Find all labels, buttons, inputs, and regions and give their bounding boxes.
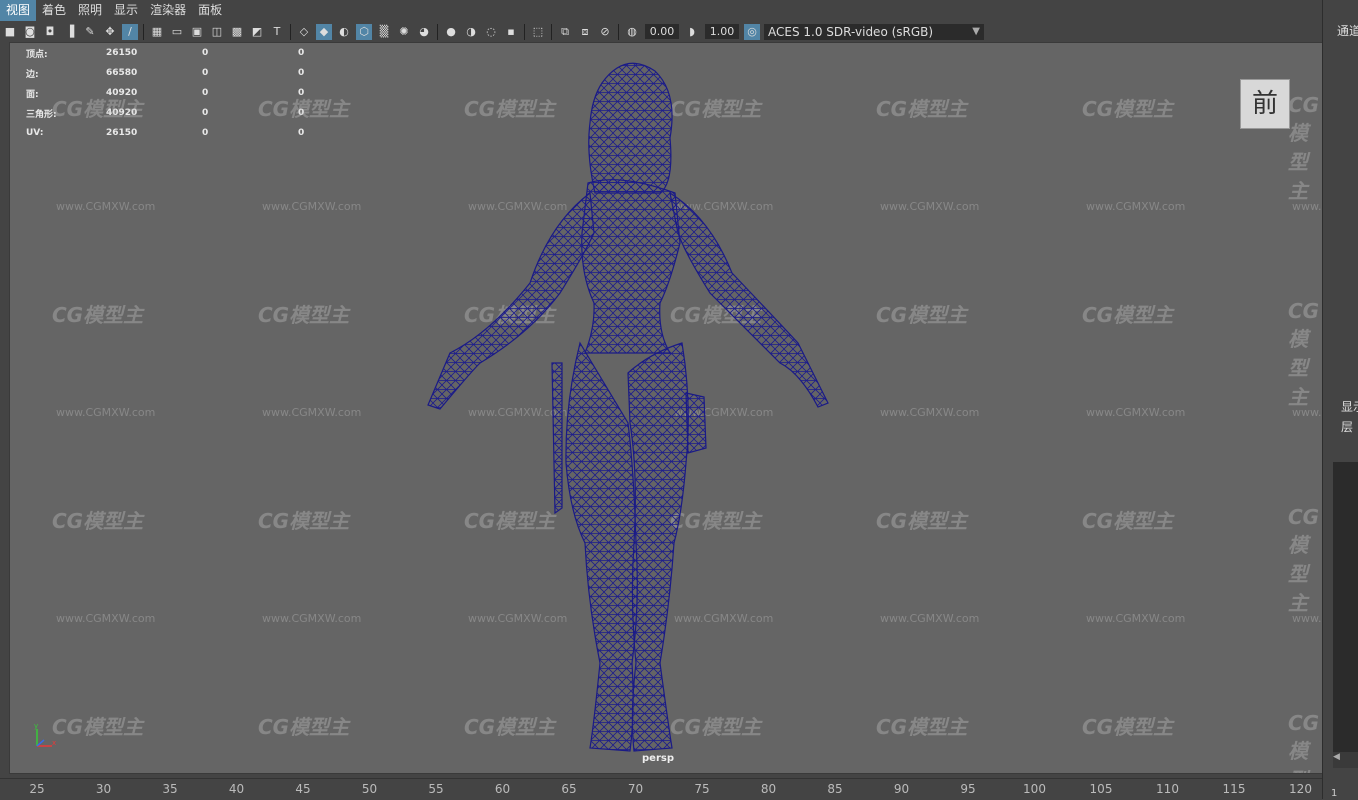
menu-panels[interactable]: 面板 (192, 0, 228, 21)
chevron-down-icon: ▼ (972, 25, 980, 37)
ruler-tick-label: 25 (29, 782, 45, 796)
ruler-tick-label: 50 (361, 782, 378, 796)
grease-pencil-icon[interactable]: ✎ (82, 24, 98, 40)
exposure-icon[interactable]: ◍ (624, 24, 640, 40)
right-arm-mesh (669, 191, 829, 408)
ruler-tick-label: 65 (561, 782, 577, 796)
gate-mask-icon[interactable]: ◫ (209, 24, 225, 40)
layer-editor-show-tab[interactable]: 显示 (1341, 398, 1358, 415)
ruler-tick-label: 80 (760, 782, 777, 796)
ruler-tick-label: 95 (960, 782, 976, 796)
left-leg-mesh (565, 341, 638, 752)
field-chart-icon[interactable]: ▩ (229, 24, 245, 40)
toolbar-separator (437, 23, 438, 40)
layer-editor-layer-tab[interactable]: 层 (1341, 418, 1353, 435)
2d-pan-icon[interactable]: ✥ (102, 24, 118, 40)
layer-list-area[interactable] (1333, 462, 1358, 752)
toolbar-separator (551, 23, 552, 40)
toolbar-separator (143, 23, 144, 40)
menu-shading[interactable]: 着色 (36, 0, 72, 21)
bookmark-icon[interactable]: ◘ (42, 24, 58, 40)
shadows-icon[interactable]: ◕ (416, 24, 432, 40)
current-frame-field[interactable]: 1 (1331, 788, 1337, 799)
channel-box-panel: 通道 显示 层 ◀ 1 (1322, 0, 1358, 799)
menu-show[interactable]: 显示 (108, 0, 144, 21)
exposure-field[interactable]: 0.00 (645, 24, 679, 39)
xray-icon[interactable]: ⧉ (557, 24, 573, 40)
color-space-value: ACES 1.0 SDR-video (sRGB) (768, 24, 934, 39)
thigh-pouch-mesh (685, 392, 707, 454)
ruler-tick-label: 90 (893, 782, 910, 796)
ruler-tick-label: 40 (228, 782, 245, 796)
wireframe-on-shaded-icon[interactable]: ⬡ (356, 23, 372, 40)
viewcube-front[interactable]: 前 (1240, 79, 1290, 129)
scroll-left-icon[interactable]: ◀ (1333, 752, 1340, 762)
motion-blur-icon[interactable]: ◑ (463, 24, 479, 40)
ruler-tick-label: 55 (428, 782, 444, 796)
color-management-icon[interactable]: ◎ (744, 23, 760, 40)
svg-text:y: y (34, 722, 38, 730)
right-leg-mesh (627, 342, 689, 752)
anti-aliasing-icon[interactable]: ◌ (483, 24, 499, 40)
ruler-tick-label: 110 (1156, 782, 1179, 796)
svg-text:x: x (52, 739, 56, 747)
use-all-lights-icon[interactable]: ✺ (396, 24, 412, 40)
safe-action-icon[interactable]: ◩ (249, 24, 265, 40)
gamma-field[interactable]: 1.00 (705, 24, 739, 39)
character-mesh (427, 62, 829, 752)
ruler-tick-label: 120 (1289, 782, 1312, 796)
axis-gizmo-icon: y x (34, 722, 56, 747)
ruler-tick-label: 105 (1089, 782, 1113, 796)
time-slider-ruler[interactable]: 25 30 35 40 45 50 55 60 65 70 75 80 85 90 95 100 105 110 1… (0, 778, 1322, 800)
toolbar-separator (524, 23, 525, 40)
horizontal-scrollbar[interactable]: ◀ (1333, 752, 1358, 768)
camera-attributes-icon[interactable]: ◙ (22, 24, 38, 40)
left-arm-mesh (427, 191, 595, 410)
menu-renderer[interactable]: 渲染器 (144, 0, 192, 21)
menu-lighting[interactable]: 照明 (72, 0, 108, 21)
menu-bar: 视图 着色 照明 显示 渲染器 面板 (0, 0, 1322, 21)
smooth-shade-icon[interactable]: ◆ (316, 23, 332, 40)
menu-view[interactable]: 视图 (0, 0, 37, 21)
hair-mesh (588, 62, 673, 194)
channel-box-tab[interactable]: 通道 (1337, 22, 1358, 39)
isolate-select-icon[interactable]: ⬚ (530, 24, 546, 40)
toolbar-separator (290, 23, 291, 40)
ruler-tick-label: 85 (827, 782, 843, 796)
screen-space-ao-icon[interactable]: ● (443, 24, 459, 40)
torso-mesh (581, 179, 681, 354)
camera-select-icon[interactable]: ■ (2, 24, 18, 40)
paint-icon[interactable]: / (122, 23, 138, 40)
grid-icon[interactable]: ▦ (149, 24, 165, 40)
textured-icon[interactable]: ▒ (376, 24, 392, 40)
default-material-icon[interactable]: ◐ (336, 24, 352, 40)
ruler-tick-label: 100 (1023, 782, 1046, 796)
ruler-tick-label: 70 (627, 782, 644, 796)
depth-of-field-icon[interactable]: ▪ (503, 24, 519, 40)
gamma-icon[interactable]: ◗ (684, 24, 700, 40)
holster-mesh (551, 362, 563, 515)
ruler-tick-label: 35 (162, 782, 178, 796)
viewport-toolbar: ■ ◙ ◘ ▐ ✎ ✥ / ▦ ▭ ▣ ◫ ▩ ◩ T ◇ ◆ ◐ ⬡ ▒ ✺ … (0, 21, 1322, 42)
ruler-tick-label: 115 (1222, 782, 1246, 796)
image-plane-icon[interactable]: ▐ (62, 24, 78, 40)
camera-name-label: persp (642, 753, 674, 764)
ruler-tick-label: 30 (95, 782, 112, 796)
wireframe-icon[interactable]: ◇ (296, 24, 312, 40)
xray-active-components-icon[interactable]: ⧈ (577, 24, 593, 40)
3d-viewport[interactable]: 顶点: 26150 0 0 边: 66580 0 0 面: 40920 0 0 三角形: 40920 0 0 U… (9, 42, 1323, 774)
ruler-tick-label: 60 (494, 782, 511, 796)
resolution-gate-icon[interactable]: ▣ (189, 24, 205, 40)
safe-title-icon[interactable]: T (269, 24, 285, 40)
color-space-dropdown[interactable]: ACES 1.0 SDR-video (sRGB) ▼ (764, 23, 984, 40)
toolbar-separator (618, 23, 619, 40)
film-gate-icon[interactable]: ▭ (169, 24, 185, 40)
wireframe-model (427, 62, 829, 752)
ruler-tick-label: 45 (295, 782, 311, 796)
xray-joints-icon[interactable]: ⊘ (597, 24, 613, 40)
ruler-tick-label: 75 (694, 782, 710, 796)
